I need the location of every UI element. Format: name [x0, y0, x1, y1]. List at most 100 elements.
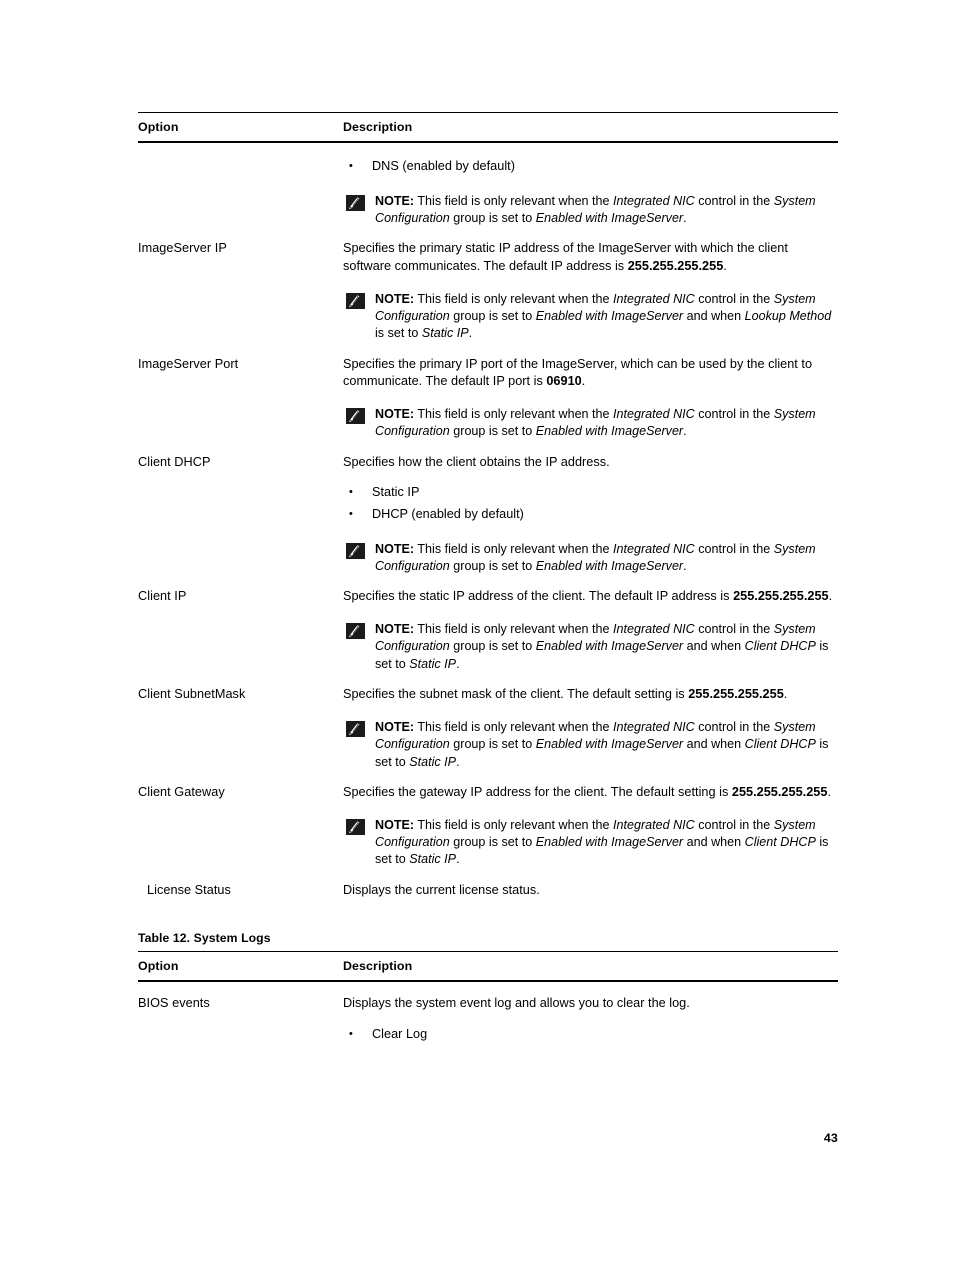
description-segment: Specifies the subnet mask of the client.…: [343, 687, 689, 702]
note-pencil-icon: [346, 408, 365, 424]
description-segment: 255.255.255.255: [731, 785, 828, 800]
note-label: NOTE:: [375, 407, 415, 421]
note-label: NOTE:: [375, 541, 415, 556]
description-cell: Specifies how the client obtains the IP …: [341, 441, 838, 576]
note-segment: Enabled with ImageServer: [535, 211, 684, 225]
option-label: License Status: [147, 882, 231, 897]
note-segment: and when: [683, 737, 745, 752]
description-cell: Specifies the primary static IP address …: [341, 227, 838, 342]
option-label: Client Gateway: [138, 785, 225, 800]
note-text: NOTE: This field is only relevant when t…: [375, 291, 838, 343]
description-segment: Specifies how the client obtains the IP …: [343, 454, 610, 469]
note-segment: Client DHCP: [744, 737, 816, 752]
note-pencil-icon: [346, 194, 365, 211]
note-block: NOTE: This field is only relevant when t…: [343, 291, 838, 343]
note-label: NOTE:: [375, 719, 415, 734]
table-row: ImageServer Port Specifies the primary IP…: [138, 343, 838, 441]
description-cell: Specifies the subnet mask of the client.…: [341, 673, 838, 771]
note-segment: This field is only relevant when the: [414, 291, 614, 306]
note-segment: .: [683, 424, 687, 439]
note-segment: group is set to: [449, 211, 536, 225]
table-row: DNS (enabled by default) NOTE: This field…: [138, 142, 838, 227]
note-segment: .: [456, 852, 460, 867]
note-block: NOTE: This field is only relevant when t…: [343, 193, 838, 228]
note-block: NOTE: This field is only relevant when t…: [343, 719, 838, 771]
note-segment: Integrated NIC: [613, 719, 695, 734]
note-segment: .: [683, 559, 687, 573]
description-cell: Specifies the gateway IP address for the…: [341, 771, 838, 869]
option-label: ImageServer IP: [138, 241, 227, 256]
page-content: OptionDescriptionDNS (enabled by default…: [138, 112, 838, 1046]
note-segment: is set to: [375, 326, 422, 341]
description-cell: Displays the system event log and allows…: [341, 981, 838, 1045]
options-table: Option Description BIOS events Displays the…: [138, 951, 838, 1045]
note-segment: Enabled with ImageServer: [535, 559, 684, 573]
note-segment: This field is only relevant when the: [414, 407, 614, 421]
description-segment: Specifies the gateway IP address for the…: [343, 785, 732, 800]
note-segment: Integrated NIC: [613, 622, 695, 636]
list-item: DHCP (enabled by default): [343, 504, 838, 526]
description-text: Specifies how the client obtains the IP …: [343, 454, 838, 472]
description-segment: 255.255.255.255: [733, 589, 829, 604]
note-label: NOTE:: [375, 817, 415, 832]
note-segment: Enabled with ImageServer: [535, 639, 684, 654]
note-segment: Integrated NIC: [613, 407, 695, 421]
note-block: NOTE: This field is only relevant when t…: [343, 406, 838, 441]
note-pencil-icon: [346, 720, 365, 737]
description-text: Specifies the primary static IP address …: [343, 240, 838, 275]
note-segment: .: [468, 326, 473, 341]
column-header-option: Option: [138, 112, 341, 143]
note-segment: Static IP: [409, 754, 457, 769]
column-header-description: Description: [341, 951, 838, 983]
note-segment: control in the: [694, 193, 774, 208]
description-cell: Specifies the static IP address of the c…: [341, 575, 838, 673]
note-segment: control in the: [694, 622, 774, 636]
note-segment: Client DHCP: [744, 639, 816, 654]
option-label: ImageServer Port: [138, 356, 239, 371]
column-header-description: Description: [341, 112, 838, 143]
description-cell: Displays the current license status.: [341, 869, 838, 900]
note-segment: and when: [683, 639, 745, 654]
note-text: NOTE: This field is only relevant when t…: [375, 719, 838, 771]
table-header-row: Option Description: [138, 112, 838, 143]
note-segment: .: [683, 211, 687, 225]
note-segment: Integrated NIC: [613, 193, 695, 208]
description-segment: .: [723, 259, 727, 273]
note-segment: Integrated NIC: [613, 541, 695, 556]
description-text: Displays the current license status.: [343, 882, 838, 900]
note-segment: group is set to: [449, 424, 536, 439]
note-label: NOTE:: [375, 193, 415, 208]
note-segment: .: [456, 754, 460, 769]
note-segment: Lookup Method: [744, 309, 832, 323]
option-label: Client DHCP: [138, 454, 211, 469]
note-segment: control in the: [694, 817, 774, 832]
description-segment: 06910: [546, 374, 582, 389]
table-row: ImageServer IP Specifies the primary stat…: [138, 227, 838, 342]
description-segment: Displays the current license status.: [343, 882, 540, 897]
note-segment: control in the: [694, 541, 774, 556]
note-segment: Static IP: [421, 326, 469, 341]
note-segment: Enabled with ImageServer: [535, 835, 684, 850]
page-number: 43: [823, 1131, 838, 1145]
note-segment: This field is only relevant when the: [414, 622, 614, 636]
bullet-list: Clear Log: [343, 1024, 838, 1046]
note-segment: Enabled with ImageServer: [535, 737, 684, 752]
note-pencil-icon: [346, 292, 365, 309]
note-segment: This field is only relevant when the: [414, 193, 614, 208]
note-label: NOTE:: [375, 622, 415, 636]
note-segment: Integrated NIC: [613, 817, 695, 832]
option-label: Client SubnetMask: [138, 687, 246, 702]
description-text: Displays the system event log and allows…: [343, 995, 838, 1013]
options-table: OptionDescriptionDNS (enabled by default…: [138, 112, 838, 899]
list-item: Static IP: [343, 482, 838, 504]
description-segment: 255.255.255.255: [688, 687, 784, 702]
description-segment: .: [581, 374, 586, 389]
note-segment: Client DHCP: [744, 835, 816, 850]
table-row: Client DHCP Specifies how the client obta…: [138, 441, 838, 576]
note-segment: group is set to: [449, 559, 536, 573]
description-text: Specifies the subnet mask of the client.…: [343, 686, 838, 704]
note-pencil-icon: [346, 542, 365, 559]
note-segment: and when: [683, 309, 745, 323]
description-segment: Specifies the static IP address of the c…: [343, 589, 734, 604]
description-cell: Specifies the primary IP port of the Ima…: [341, 343, 838, 441]
